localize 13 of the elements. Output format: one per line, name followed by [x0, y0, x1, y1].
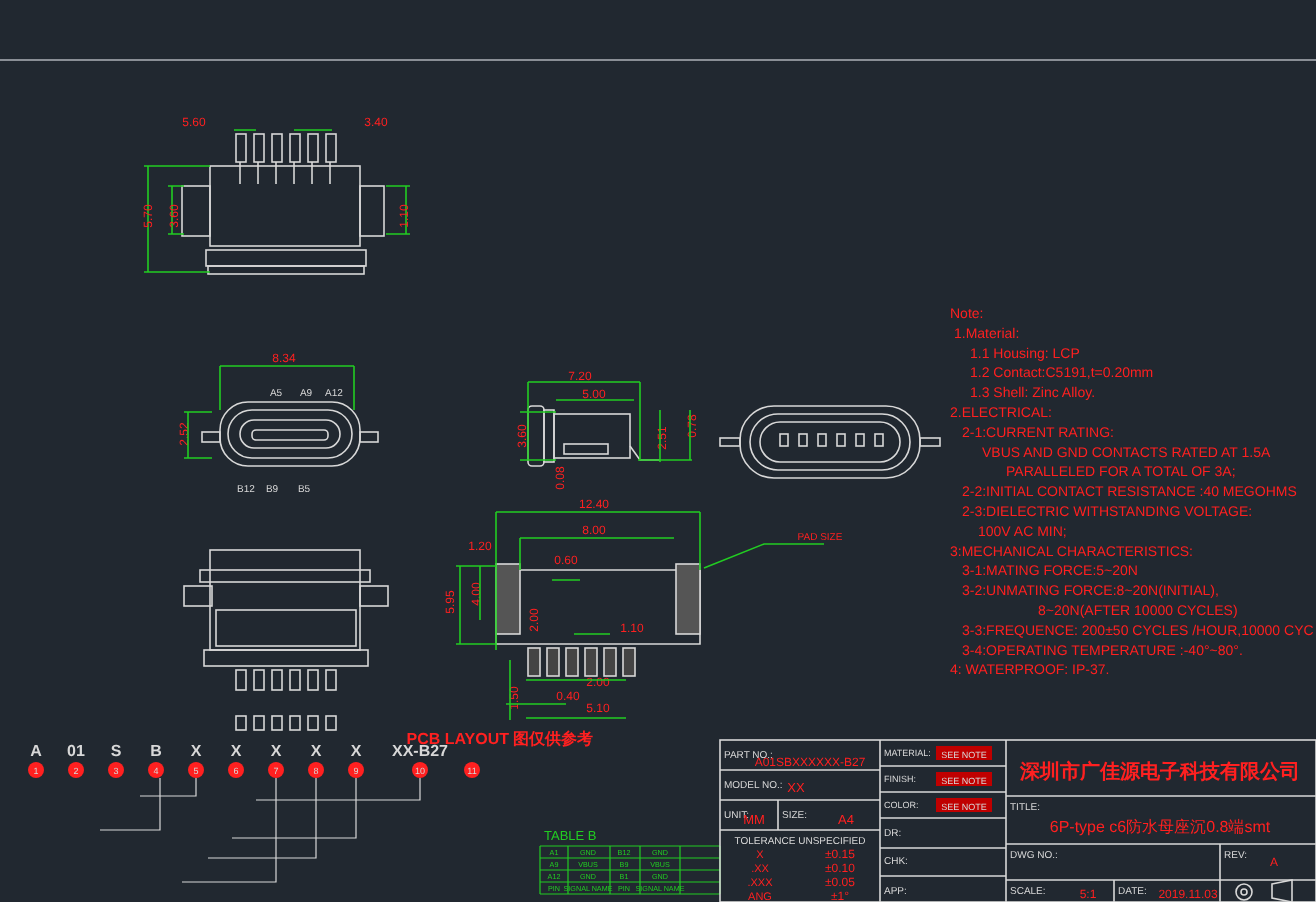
part-code-label: X: [190, 742, 202, 760]
part-code-label: S: [110, 742, 122, 760]
company-name: 深圳市广佳源电子科技有限公司: [1020, 762, 1300, 784]
part-code-label: X: [310, 742, 322, 760]
part-code-label: A: [30, 742, 42, 760]
part-code-label: X: [270, 742, 282, 760]
part-code-label: XX-B27: [392, 742, 448, 760]
part-code-label: X: [230, 742, 242, 760]
part-code-label: B: [150, 742, 162, 760]
part-code-label: X: [350, 742, 362, 760]
drawing-title: 6P-type c6防水母座沉0.8端smt: [1049, 818, 1271, 836]
pcb-layout-title: PCB LAYOUT 图仅供参考: [406, 730, 594, 748]
part-code-label: 01: [67, 742, 85, 760]
